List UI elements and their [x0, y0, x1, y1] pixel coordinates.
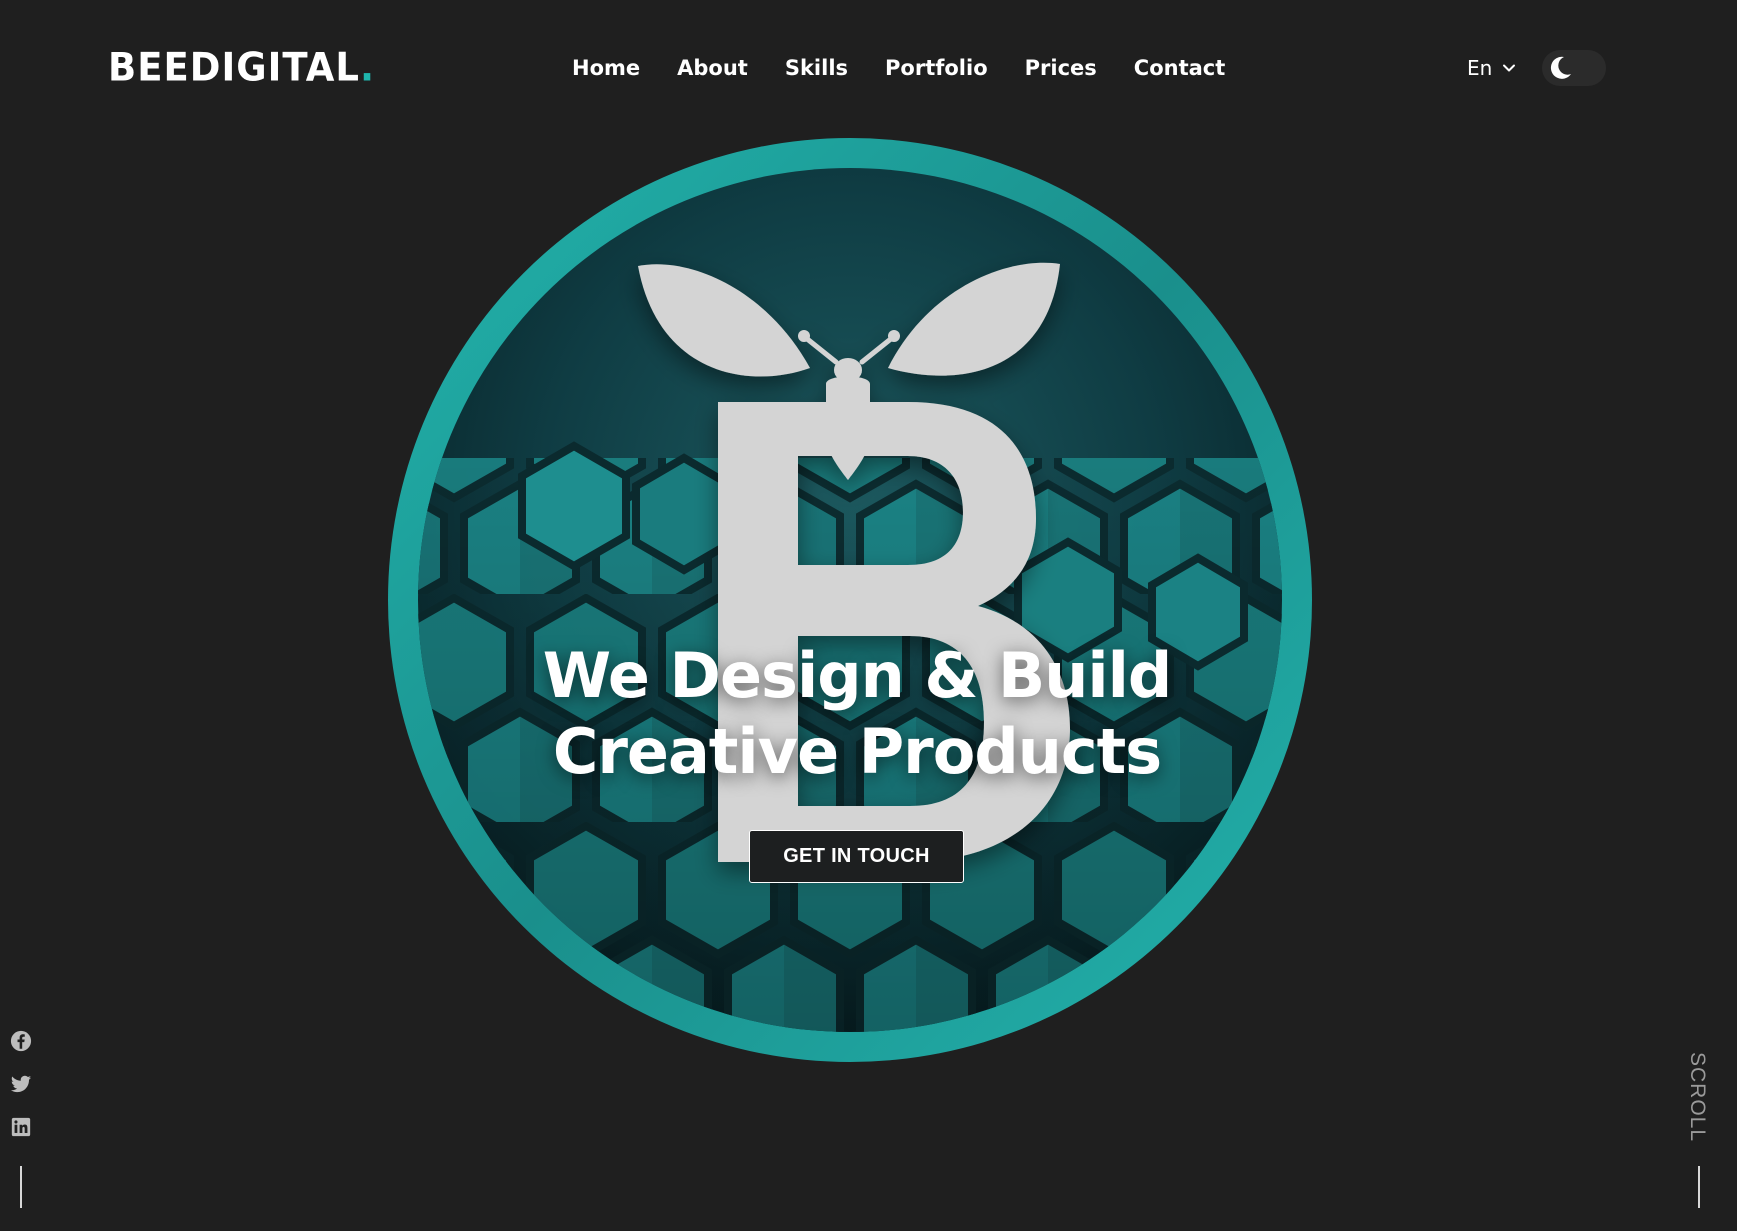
scroll-line: [1698, 1166, 1700, 1208]
nav-item-prices[interactable]: Prices: [1025, 56, 1097, 80]
scroll-indicator[interactable]: SCROLL: [1677, 1052, 1717, 1142]
page: BEEDIGITAL. Home About Skills Portfolio …: [0, 0, 1737, 1231]
hero-title-line-1: We Design & Build: [542, 639, 1173, 712]
moon-icon: [1550, 56, 1571, 79]
hero-title: We Design & Build Creative Products: [388, 638, 1326, 790]
social-links: [10, 1030, 32, 1159]
nav-item-portfolio[interactable]: Portfolio: [885, 56, 988, 80]
main-nav: Home About Skills Portfolio Prices Conta…: [572, 48, 1225, 88]
hero-image: [388, 138, 1312, 1062]
get-in-touch-button[interactable]: GET IN TOUCH: [749, 830, 964, 883]
brand-name: BEEDIGITAL: [108, 44, 360, 91]
scroll-label: SCROLL: [1686, 1051, 1709, 1143]
brand-dot: .: [359, 44, 376, 91]
facebook-icon[interactable]: [10, 1030, 32, 1052]
language-label: En: [1467, 56, 1493, 80]
nav-item-about[interactable]: About: [677, 56, 748, 80]
chevron-down-icon: [1503, 64, 1516, 72]
nav-item-contact[interactable]: Contact: [1134, 56, 1226, 80]
hero-title-line-2: Creative Products: [552, 715, 1162, 788]
brand-logo[interactable]: BEEDIGITAL.: [108, 45, 375, 91]
linkedin-icon[interactable]: [10, 1116, 32, 1138]
theme-toggle[interactable]: [1542, 50, 1606, 86]
social-divider-line: [20, 1166, 22, 1208]
nav-item-skills[interactable]: Skills: [785, 56, 848, 80]
language-select[interactable]: En: [1467, 52, 1516, 84]
nav-item-home[interactable]: Home: [572, 56, 640, 80]
twitter-icon[interactable]: [10, 1073, 32, 1095]
